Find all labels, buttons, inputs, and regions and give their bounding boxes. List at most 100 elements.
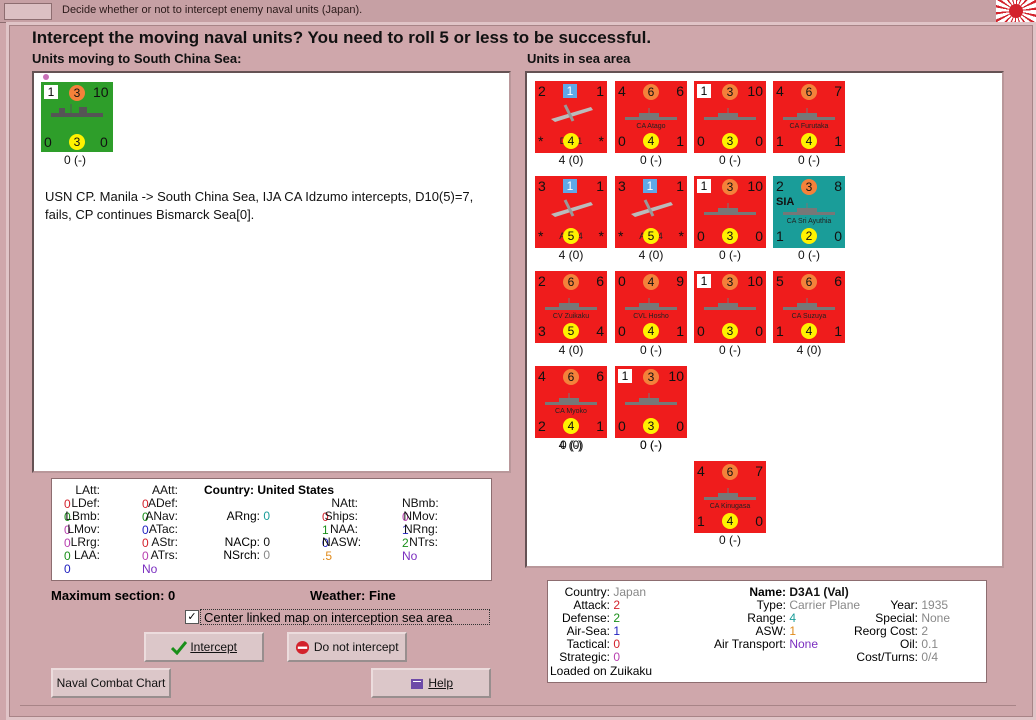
sea-unit-counter[interactable]: 0 4 9 CVL Hosho 0 4 1: [615, 271, 687, 343]
aircraft-icon: [551, 104, 593, 122]
sea-unit-counter[interactable]: 4 6 6 CA Myoko 2 4 1: [535, 366, 607, 438]
info-right-0: Year: 1935: [890, 598, 949, 612]
help-label: Help: [428, 676, 454, 690]
sea-unit-counter[interactable]: 1310030: [694, 271, 766, 343]
unit-bc: 2: [801, 228, 817, 244]
unit-tr: 7: [755, 463, 763, 479]
unit-tr: 6: [676, 83, 684, 99]
intercept-button[interactable]: Intercept: [144, 632, 264, 662]
unit-br: *: [678, 228, 684, 244]
sea-unit-caption: 0 (-): [798, 153, 820, 167]
unit-bc: 4: [801, 133, 817, 149]
unit-tl: 2: [538, 273, 546, 289]
unit-br: *: [598, 228, 604, 244]
unit-tc: 6: [563, 274, 579, 290]
stat-arng: ARng: 0: [226, 509, 271, 523]
moving-unit-counter[interactable]: 1 3 10 0 3 0: [41, 82, 113, 152]
unit-tl: 3: [538, 178, 546, 194]
help-button[interactable]: Help: [371, 668, 491, 698]
unit-bc: 3: [643, 418, 659, 434]
sea-unit-counter[interactable]: 311A5M4*5*: [615, 176, 687, 248]
sea-unit-counter[interactable]: 1310030: [694, 176, 766, 248]
unit-tl: 1: [697, 274, 711, 288]
info-right-1: Special: None: [875, 611, 951, 625]
unit-bc: 3: [722, 323, 738, 339]
info-mid-2: Range: 4: [747, 611, 797, 625]
unit-tc: 1: [563, 84, 577, 98]
sea-unit-counter[interactable]: 1310030: [615, 366, 687, 438]
stat-nasw: NASW: .5: [322, 535, 362, 563]
unit-name: CV Zuikaku: [552, 313, 590, 320]
weather-label-text: Weather:: [310, 588, 366, 603]
unit-tc: 3: [722, 274, 738, 290]
warship-icon: [625, 393, 677, 405]
unit-bl: *: [538, 133, 544, 149]
unit-bl: *: [618, 228, 624, 244]
system-menu-icon[interactable]: [4, 3, 52, 20]
warship-icon: [625, 298, 677, 310]
unit-tc: 4: [643, 274, 659, 290]
bottom-scrollbar[interactable]: [20, 705, 1016, 716]
dialog-heading: Intercept the moving naval units? You ne…: [32, 28, 652, 47]
unit-bl: 2: [538, 418, 546, 434]
center-map-checkbox[interactable]: ✓: [185, 610, 199, 624]
unit-tc: 6: [801, 84, 817, 100]
unit-bl: 0: [618, 133, 626, 149]
sea-unit-counter[interactable]: 2 6 6 CV Zuikaku 3 5 4: [535, 271, 607, 343]
unit-bl: 1: [776, 133, 784, 149]
unit-bc: 4: [801, 323, 817, 339]
unit-tl: 2: [538, 83, 546, 99]
info-left-4: Tactical: 0: [566, 637, 621, 651]
sea-unit-caption: 0 (-): [719, 343, 741, 357]
unit-tc: 3: [643, 369, 659, 385]
intercept-label: Intercept: [190, 640, 238, 654]
warship-icon: [704, 488, 756, 500]
info-right-2: Reorg Cost: 2: [853, 624, 929, 638]
unit-tr: 1: [596, 83, 604, 99]
unit-tr: 6: [834, 273, 842, 289]
unit-info-panel: Country: Japan Attack: 2 Defense: 2 Air-Sea…: [547, 580, 987, 683]
unit-tl: 3: [618, 178, 626, 194]
unit-bc: 4: [643, 133, 659, 149]
unit-tr: 10: [747, 178, 763, 194]
stat-ntrs: NTrs: No: [402, 535, 438, 563]
info-right-4: Cost/Turns: 0/4: [856, 650, 939, 664]
sea-unit-counter[interactable]: 4 6 7 CA Furutaka 1 4 1: [773, 81, 845, 153]
unit-tc: 3: [801, 179, 817, 195]
unit-name: CA Myoko: [555, 408, 587, 415]
unit-name: CA Sri Ayuthia: [786, 218, 832, 225]
warship-icon: [545, 393, 597, 405]
sea-unit-counter[interactable]: 4 6 6 CA Atago 0 4 1: [615, 81, 687, 153]
info-mid-0: Name: D3A1 (Val): [749, 585, 849, 599]
stat-atrs: ATrs: No: [142, 548, 178, 576]
unit-bc: 5: [563, 323, 579, 339]
info-left-3: Air-Sea: 1: [566, 624, 621, 638]
unit-tc: 3: [722, 179, 738, 195]
unit-br: 0: [676, 418, 684, 434]
sea-unit-counter[interactable]: 5 6 6 CA Suzuya 1 4 1: [773, 271, 845, 343]
unit-bc: 5: [563, 228, 579, 244]
warship-icon: [625, 108, 677, 120]
unit-br: 1: [834, 133, 842, 149]
sea-unit-caption: 0 (-): [719, 533, 741, 547]
info-left-5: Strategic: 0: [559, 650, 621, 664]
sea-unit-counter[interactable]: 2 3 8 SIA CA Sri Ayuthia 1 2 0: [773, 176, 845, 248]
unit-br: 0: [100, 134, 108, 150]
warship-icon: [783, 108, 835, 120]
unit-br: 0: [834, 228, 842, 244]
unit-tr: 6: [596, 273, 604, 289]
unit-bl: 1: [776, 228, 784, 244]
sea-unit-counter[interactable]: 4 6 7 CA Kinugasa 1 4 0: [694, 461, 766, 533]
center-map-label[interactable]: Center linked map on interception sea ar…: [200, 609, 490, 625]
checkmark-icon: [170, 640, 187, 655]
unit-name: CA Kinugasa: [709, 503, 751, 510]
unit-tc: 6: [643, 84, 659, 100]
naval-combat-chart-button[interactable]: Naval Combat Chart: [51, 668, 171, 698]
warship-icon: [704, 108, 756, 120]
sea-unit-counter[interactable]: 211D3A1*4*: [535, 81, 607, 153]
sea-unit-counter[interactable]: 311A5M4*5*: [535, 176, 607, 248]
title-bar: Decide whether or not to intercept enemy…: [0, 0, 1036, 23]
sea-unit-counter[interactable]: 1310030: [694, 81, 766, 153]
unit-bl: 0: [697, 228, 705, 244]
do-not-intercept-button[interactable]: Do not intercept: [287, 632, 407, 662]
